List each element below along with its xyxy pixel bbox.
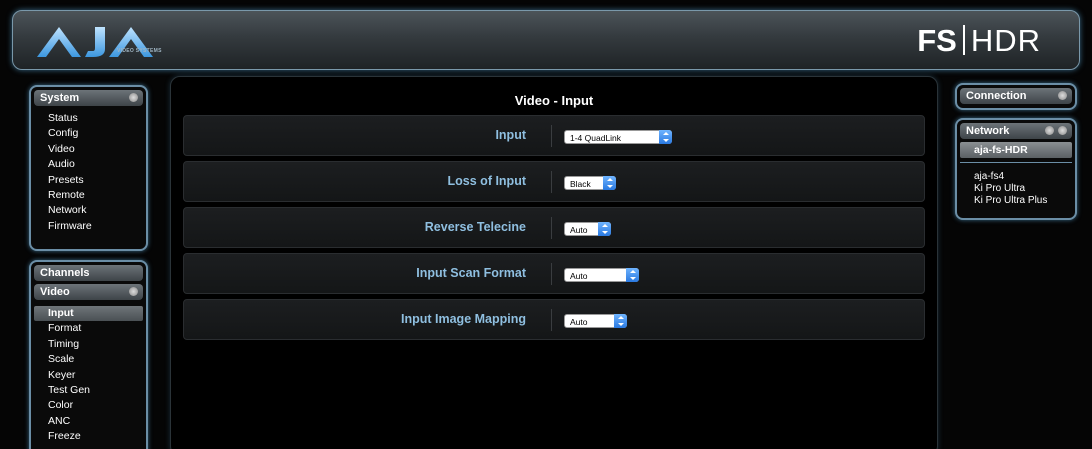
system-item-presets[interactable]: Presets [31,173,146,188]
select-value: 1-4 QuadLink [570,133,622,143]
video-section-header[interactable]: Video [34,284,143,300]
system-item-firmware[interactable]: Firmware [31,219,146,234]
setting-label: Loss of Input [447,174,526,188]
product-separator [962,25,965,55]
input-scan-format-select[interactable]: Auto [564,268,639,282]
select-arrow-icon [626,268,639,282]
select-value: Black [570,179,591,189]
select-arrow-icon [614,314,627,328]
system-panel-title: System [40,92,80,104]
network-panel-title: Network [966,125,1010,137]
collapse-icon[interactable] [1058,126,1067,135]
connection-panel-header[interactable]: Connection [960,88,1072,104]
select-arrow-icon [603,176,616,190]
network-panel-header[interactable]: Network [960,123,1072,139]
system-menu: Status Config Video Audio Presets Remote… [31,109,146,234]
row-divider [551,171,552,193]
main-content: Video - Input Input 1-4 QuadLink Loss of… [170,76,938,449]
channels-panel-title: Channels [40,267,90,279]
input-select[interactable]: 1-4 QuadLink [564,130,672,144]
network-selected-device[interactable]: aja-fs-HDR [960,142,1072,158]
connection-panel: Connection [955,83,1077,110]
channels-panel-header[interactable]: Channels [34,265,143,281]
system-item-video[interactable]: Video [31,142,146,157]
page-title: Video - Input [514,93,594,108]
select-arrow-icon [598,222,611,236]
input-image-mapping-select[interactable]: Auto [564,314,627,328]
setting-row-reverse-telecine: Reverse Telecine Auto [183,207,925,248]
network-device-item[interactable]: Ki Pro Ultra [957,183,1075,195]
video-section-title: Video [40,286,70,298]
row-divider [551,263,552,285]
setting-row-input-scan-format: Input Scan Format Auto [183,253,925,294]
refresh-icon[interactable] [1045,126,1054,135]
channels-panel: Channels Video Input Format Timing Scale… [29,260,148,449]
select-value: Auto [570,271,588,281]
reverse-telecine-select[interactable]: Auto [564,222,611,236]
connection-panel-title: Connection [966,90,1027,102]
network-divider [960,162,1072,163]
app-header: VIDEO SYSTEMS FS HDR [12,10,1080,70]
setting-label: Input Image Mapping [401,312,526,326]
system-item-remote[interactable]: Remote [31,188,146,203]
network-device-list: aja-fs4 Ki Pro Ultra Ki Pro Ultra Plus [957,171,1075,207]
video-item-timing[interactable]: Timing [31,337,146,352]
setting-row-input: Input 1-4 QuadLink [183,115,925,156]
video-item-test-gen[interactable]: Test Gen [31,383,146,398]
setting-label: Input [495,128,526,142]
setting-row-loss-of-input: Loss of Input Black [183,161,925,202]
logo-subtitle: VIDEO SYSTEMS [117,48,162,54]
row-divider [551,217,552,239]
system-item-audio[interactable]: Audio [31,157,146,172]
network-panel: Network aja-fs-HDR aja-fs4 Ki Pro Ultra … [955,118,1077,220]
network-device-item[interactable]: aja-fs4 [957,171,1075,183]
network-device-item[interactable]: Ki Pro Ultra Plus [957,195,1075,207]
video-item-scale[interactable]: Scale [31,352,146,367]
system-item-network[interactable]: Network [31,203,146,218]
loss-of-input-select[interactable]: Black [564,176,616,190]
system-item-config[interactable]: Config [31,126,146,141]
video-item-anc[interactable]: ANC [31,414,146,429]
collapse-icon[interactable] [129,287,138,296]
aja-logo [37,27,153,57]
video-menu: Input Format Timing Scale Keyer Test Gen… [31,303,146,445]
collapse-icon[interactable] [129,93,138,102]
product-name: FS HDR [917,23,1041,59]
collapse-icon[interactable] [1058,91,1067,100]
video-item-keyer[interactable]: Keyer [31,368,146,383]
setting-label: Reverse Telecine [424,220,526,234]
video-item-color[interactable]: Color [31,398,146,413]
video-item-format[interactable]: Format [31,321,146,336]
product-fs: FS [917,23,957,58]
select-value: Auto [570,317,588,327]
setting-label: Input Scan Format [416,266,526,280]
select-value: Auto [570,225,588,235]
system-item-status[interactable]: Status [31,111,146,126]
video-item-input[interactable]: Input [34,306,143,322]
setting-row-input-image-mapping: Input Image Mapping Auto [183,299,925,340]
row-divider [551,125,552,147]
video-item-freeze[interactable]: Freeze [31,429,146,444]
system-panel: System Status Config Video Audio Presets… [29,85,148,251]
product-hdr: HDR [970,23,1041,58]
select-arrow-icon [659,130,672,144]
system-panel-header[interactable]: System [34,90,143,106]
row-divider [551,309,552,331]
